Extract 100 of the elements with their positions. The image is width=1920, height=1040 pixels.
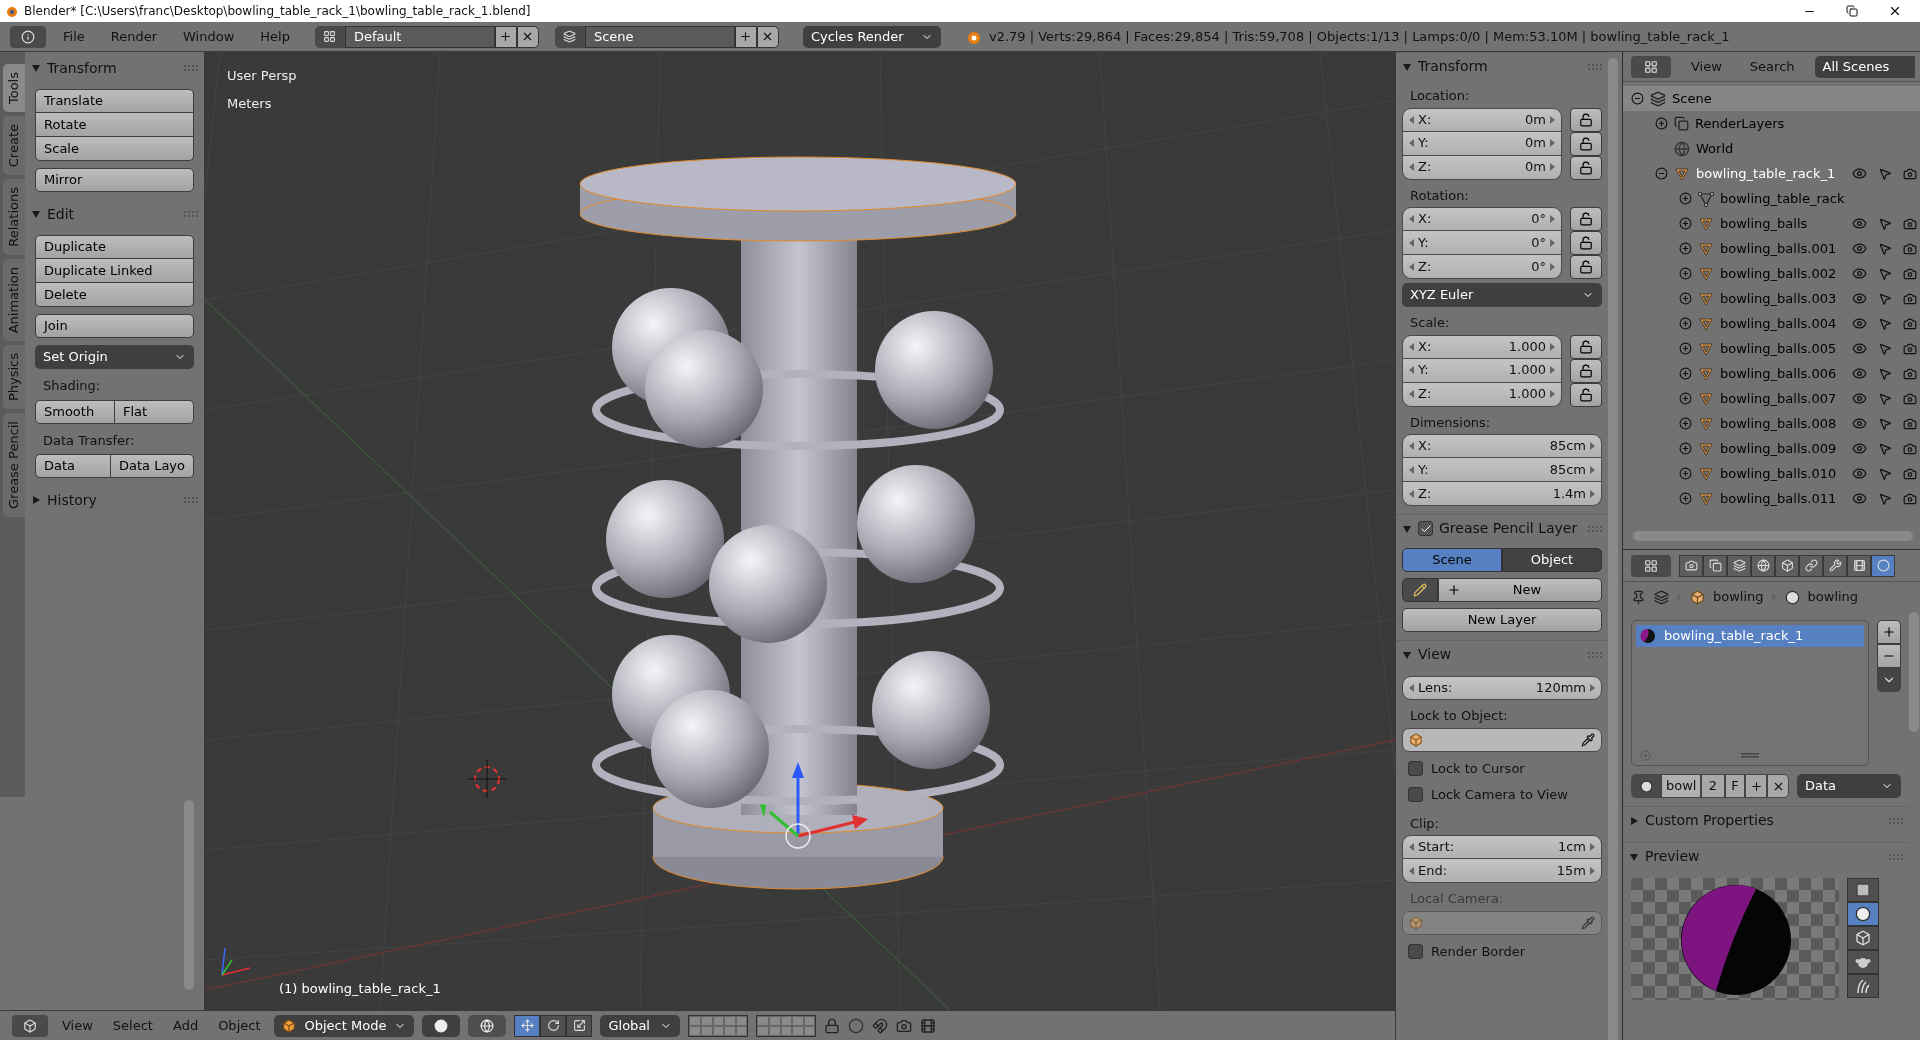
material-name-field[interactable]: bowl bbox=[1661, 774, 1701, 798]
decrement-arrow-icon[interactable] bbox=[1409, 163, 1414, 171]
breadcrumb-item[interactable]: bowling bbox=[1807, 587, 1859, 607]
number-field[interactable]: X: 0° bbox=[1402, 207, 1562, 231]
panel-title[interactable]: Transform bbox=[1418, 56, 1488, 77]
outliner-item[interactable]: bowling_balls.009 bbox=[1720, 438, 1837, 459]
number-field[interactable]: X: 85cm bbox=[1402, 434, 1602, 458]
camera-icon[interactable] bbox=[1903, 491, 1918, 506]
display-mode-dropdown[interactable]: All Scenes bbox=[1814, 55, 1915, 78]
lock-toggle-button[interactable] bbox=[1570, 155, 1602, 180]
expand-icon[interactable] bbox=[1679, 442, 1692, 455]
camera-icon[interactable] bbox=[896, 1017, 913, 1034]
horizontal-scrollbar[interactable] bbox=[1633, 531, 1913, 541]
lock-toggle-button[interactable] bbox=[1570, 382, 1602, 407]
proportional-edit-icon[interactable] bbox=[848, 1017, 865, 1034]
increment-arrow-icon[interactable] bbox=[1550, 139, 1555, 147]
tool-tab[interactable]: Relations bbox=[3, 179, 25, 255]
scrollbar[interactable] bbox=[184, 800, 194, 990]
eye-icon[interactable] bbox=[1852, 391, 1868, 406]
number-field[interactable]: X: 0m bbox=[1402, 107, 1562, 132]
cursor-arrow-icon[interactable] bbox=[1878, 266, 1893, 281]
increment-arrow-icon[interactable] bbox=[1550, 215, 1555, 223]
eye-icon[interactable] bbox=[1852, 491, 1868, 506]
expand-icon[interactable] bbox=[1679, 367, 1692, 380]
decrement-arrow-icon[interactable] bbox=[1409, 489, 1414, 498]
render-engine-dropdown[interactable]: Cycles Render bbox=[802, 25, 941, 48]
cursor-arrow-icon[interactable] bbox=[1878, 391, 1893, 406]
expand-icon[interactable] bbox=[1679, 192, 1692, 205]
expand-icon[interactable] bbox=[1655, 117, 1668, 130]
bowling-rack-drawing[interactable] bbox=[579, 156, 1017, 890]
layout-browse-button[interactable] bbox=[314, 25, 345, 48]
decrement-arrow-icon[interactable] bbox=[1409, 215, 1414, 223]
source-tab[interactable]: Scene bbox=[1402, 548, 1502, 572]
breadcrumb-item[interactable]: bowling bbox=[1713, 587, 1764, 607]
outliner-item[interactable]: bowling_balls.001 bbox=[1720, 238, 1837, 259]
decrement-arrow-icon[interactable] bbox=[1409, 442, 1414, 450]
checkbox[interactable] bbox=[1408, 761, 1423, 776]
context-tab[interactable] bbox=[1823, 554, 1847, 577]
outliner-item[interactable]: World bbox=[1696, 138, 1734, 159]
context-tab[interactable] bbox=[1703, 554, 1727, 577]
resize-handle-icon[interactable] bbox=[1740, 753, 1759, 758]
add-scene-button[interactable] bbox=[734, 25, 757, 48]
editor-type-button[interactable] bbox=[10, 25, 46, 48]
number-field[interactable]: Z: 0° bbox=[1402, 255, 1562, 279]
camera-icon[interactable] bbox=[1903, 366, 1918, 381]
mode-dropdown[interactable]: Object Mode bbox=[274, 1014, 415, 1037]
panel-title[interactable]: Edit bbox=[47, 203, 75, 225]
checkbox[interactable] bbox=[1408, 787, 1423, 802]
camera-icon[interactable] bbox=[1903, 216, 1918, 231]
menu-item[interactable]: Add bbox=[166, 1015, 205, 1036]
lock-toggle-button[interactable] bbox=[1570, 231, 1602, 255]
preview-shape-button[interactable] bbox=[1847, 950, 1879, 974]
cursor-arrow-icon[interactable] bbox=[1878, 366, 1893, 381]
outliner-item[interactable]: bowling_balls.007 bbox=[1720, 388, 1837, 409]
lock-toggle-button[interactable] bbox=[1570, 207, 1602, 231]
context-tab[interactable] bbox=[1727, 554, 1751, 577]
tool-tab[interactable]: Create bbox=[3, 116, 25, 176]
drag-grip-icon[interactable] bbox=[1588, 651, 1602, 658]
new-button[interactable]: New bbox=[1438, 578, 1602, 602]
eye-icon[interactable] bbox=[1852, 316, 1868, 331]
decrement-arrow-icon[interactable] bbox=[1409, 684, 1414, 692]
preview-shape-button[interactable] bbox=[1847, 974, 1879, 998]
context-tab[interactable] bbox=[1679, 554, 1703, 577]
outliner-item[interactable]: bowling_balls bbox=[1720, 213, 1808, 234]
camera-icon[interactable] bbox=[1903, 416, 1918, 431]
context-tab[interactable] bbox=[1847, 554, 1871, 577]
expanded-triangle-icon[interactable] bbox=[31, 209, 41, 219]
eye-icon[interactable] bbox=[1852, 416, 1868, 431]
menu-item[interactable]: Search bbox=[1741, 56, 1803, 77]
decrement-arrow-icon[interactable] bbox=[1409, 843, 1414, 851]
manipulator-mode-button[interactable] bbox=[514, 1014, 541, 1037]
eye-icon[interactable] bbox=[1852, 441, 1868, 456]
expanded-triangle-icon[interactable] bbox=[31, 63, 41, 73]
editor-type-button[interactable] bbox=[1631, 554, 1671, 577]
decrement-arrow-icon[interactable] bbox=[1409, 390, 1414, 398]
outliner-item[interactable]: bowling_balls.005 bbox=[1720, 338, 1837, 359]
menu-item[interactable]: Help bbox=[251, 26, 299, 47]
expand-icon[interactable] bbox=[1679, 317, 1692, 330]
preview-shape-button[interactable] bbox=[1847, 902, 1879, 926]
rotation-mode-dropdown[interactable]: XYZ Euler bbox=[1402, 283, 1602, 307]
object-field[interactable] bbox=[1402, 727, 1602, 752]
lock-toggle-button[interactable] bbox=[1570, 131, 1602, 156]
increment-arrow-icon[interactable] bbox=[1550, 115, 1555, 124]
outliner-item[interactable]: bowling_balls.008 bbox=[1720, 413, 1837, 434]
add-material-button[interactable] bbox=[1745, 774, 1767, 798]
scene-name-field[interactable]: Scene bbox=[584, 25, 735, 48]
preview-shape-button[interactable] bbox=[1847, 926, 1879, 950]
layer-buttons[interactable] bbox=[688, 1014, 749, 1037]
delete-layout-button[interactable] bbox=[516, 25, 539, 48]
collapse-icon[interactable] bbox=[1655, 167, 1668, 180]
increment-arrow-icon[interactable] bbox=[1590, 465, 1595, 474]
number-field[interactable]: Y: 0m bbox=[1402, 131, 1562, 156]
editor-type-button[interactable] bbox=[1631, 55, 1671, 78]
number-field[interactable]: Z: 0m bbox=[1402, 155, 1562, 180]
drag-grip-icon[interactable] bbox=[1588, 525, 1602, 532]
decrement-arrow-icon[interactable] bbox=[1409, 366, 1414, 374]
camera-icon[interactable] bbox=[1903, 441, 1918, 456]
eye-icon[interactable] bbox=[1852, 291, 1868, 306]
decrement-arrow-icon[interactable] bbox=[1409, 262, 1414, 271]
collapse-icon[interactable] bbox=[1631, 92, 1644, 105]
